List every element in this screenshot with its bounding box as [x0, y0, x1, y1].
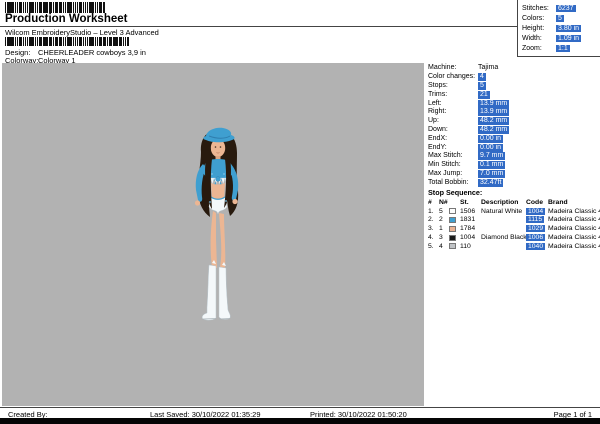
thread-swatch — [449, 208, 456, 214]
stat-zoom: Zoom: 1:1 — [522, 44, 600, 54]
design-canvas — [2, 63, 424, 406]
machine-info-row: Trims: 21 — [428, 90, 598, 99]
stop-sequence-row: 2. 2 1831 1115 Madeira Classic 40 — [428, 216, 598, 225]
machine-info-row: Min Stitch: 0.1 mm — [428, 161, 598, 170]
machine-info-row: Stops: 5 — [428, 82, 598, 91]
footer-divider — [0, 407, 600, 408]
stop-sequence-row: 4. 3 1004 Diamond Black 1006 Madeira Cla… — [428, 233, 598, 242]
stop-sequence-header: # N# St. Description Code Brand — [428, 198, 598, 207]
machine-info-row: Machine: Tajima — [428, 64, 598, 73]
machine-info-row: Down: 48.2 mm — [428, 126, 598, 135]
figure-hat — [203, 128, 234, 142]
figure-midriff — [211, 183, 225, 200]
stop-sequence-row: 5. 4 110 1040 Madeira Classic 40 — [428, 242, 598, 251]
design-stats-panel: Stitches: 6237 Colors: 5 Height: 3.80 in… — [517, 0, 600, 57]
thread-swatch — [449, 235, 456, 241]
machine-info-row: EndX: 0.00 in — [428, 134, 598, 143]
stop-sequence-row: 1. 5 1506 Natural White 1004 Madeira Cla… — [428, 207, 598, 216]
machine-info-row: Up: 48.2 mm — [428, 117, 598, 126]
design-barcode-top — [5, 2, 105, 13]
header-divider — [0, 26, 517, 27]
machine-info-panel: Machine: Tajima Color changes: 4 Stops: … — [428, 64, 598, 187]
stop-sequence-panel: Stop Sequence: # N# St. Description Code… — [428, 188, 598, 251]
machine-info-row: Right: 13.9 mm — [428, 108, 598, 117]
thread-swatch — [449, 243, 456, 249]
stop-sequence-title: Stop Sequence: — [428, 188, 598, 198]
figure-boots — [202, 260, 230, 320]
thread-swatch — [449, 217, 456, 223]
production-worksheet-page: Production Worksheet Wilcom EmbroiderySt… — [0, 0, 600, 424]
stop-sequence-row: 3. 1 1784 1029 Madeira Classic 40 — [428, 224, 598, 233]
machine-info-row: Color changes: 4 — [428, 73, 598, 82]
machine-info-row: EndY: 0.00 in — [428, 143, 598, 152]
thread-swatch — [449, 226, 456, 232]
stat-width: Width: 1.09 in — [522, 34, 600, 44]
page-title: Production Worksheet — [5, 13, 127, 25]
stat-colors: Colors: 5 — [522, 13, 600, 23]
application-name: Wilcom EmbroideryStudio – Level 3 Advanc… — [5, 28, 159, 37]
figure-legs — [211, 211, 226, 268]
bottom-edge-bar — [0, 418, 600, 424]
cheerleader-design-preview — [185, 127, 249, 332]
stat-stitches: Stitches: 6237 — [522, 3, 600, 13]
machine-info-row: Max Stitch: 9.7 mm — [428, 152, 598, 161]
machine-info-row: Total Bobbin: 32.47ft — [428, 178, 598, 187]
machine-info-row: Max Jump: 7.0 mm — [428, 170, 598, 179]
machine-info-row: Left: 13.9 mm — [428, 99, 598, 108]
stat-height: Height: 3.80 in — [522, 23, 600, 33]
design-barcode — [5, 37, 129, 46]
